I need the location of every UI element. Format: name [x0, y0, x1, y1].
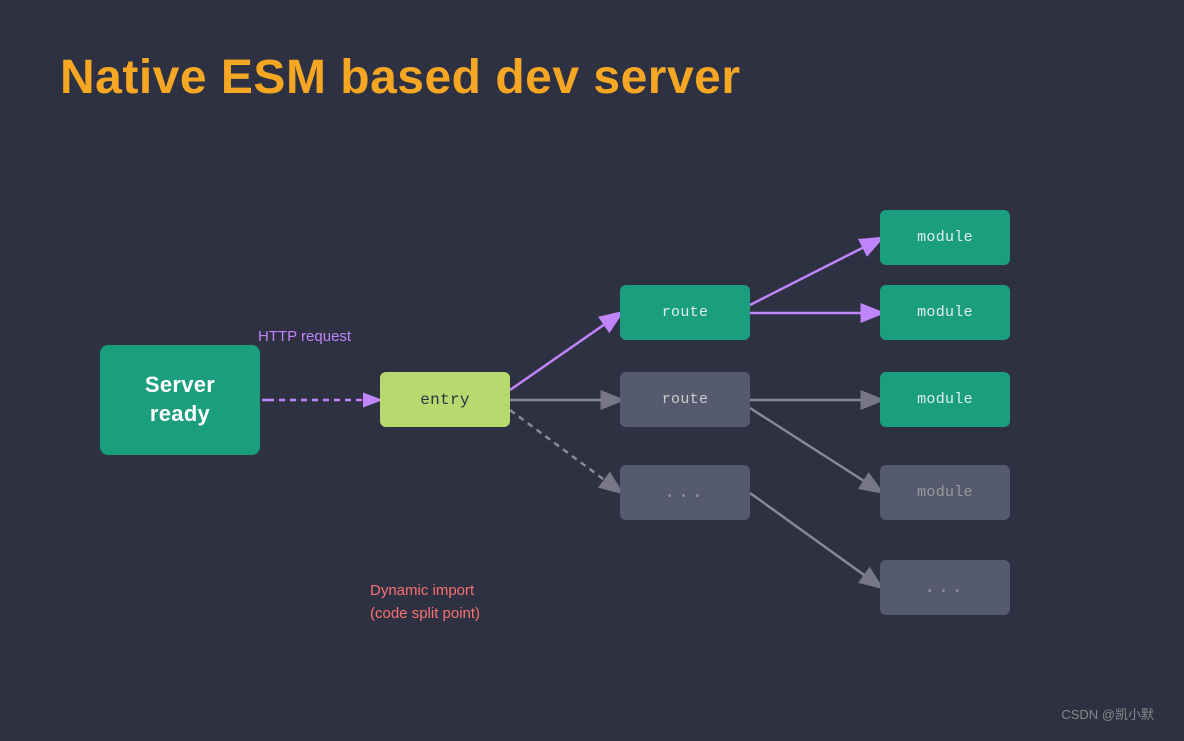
dots2-box: ...: [880, 560, 1010, 615]
route2-box: route: [620, 372, 750, 427]
module3-label: module: [917, 391, 973, 408]
module1-box: module: [880, 210, 1010, 265]
dynamic-import-label: Dynamic import(code split point): [370, 580, 480, 625]
slide-title: Native ESM based dev server: [60, 50, 1124, 105]
module3-box: module: [880, 372, 1010, 427]
module4-label: module: [917, 484, 973, 501]
server-ready-label: Serverready: [145, 371, 215, 428]
route2-label: route: [662, 391, 709, 408]
entry-box: entry: [380, 372, 510, 427]
module2-label: module: [917, 304, 973, 321]
module4-box: module: [880, 465, 1010, 520]
slide: Native ESM based dev server: [0, 0, 1184, 741]
dots2-label: ...: [924, 578, 965, 598]
watermark: CSDN @凯小默: [1061, 704, 1154, 723]
route1-label: route: [662, 304, 709, 321]
http-request-label: HTTP request: [258, 328, 351, 345]
server-ready-box: Serverready: [100, 345, 260, 455]
dots1-label: ...: [664, 483, 705, 503]
route1-box: route: [620, 285, 750, 340]
entry-label: entry: [420, 391, 470, 409]
diagram: Serverready HTTP request entry route rou…: [0, 150, 1184, 710]
module1-label: module: [917, 229, 973, 246]
module2-box: module: [880, 285, 1010, 340]
dots1-box: ...: [620, 465, 750, 520]
